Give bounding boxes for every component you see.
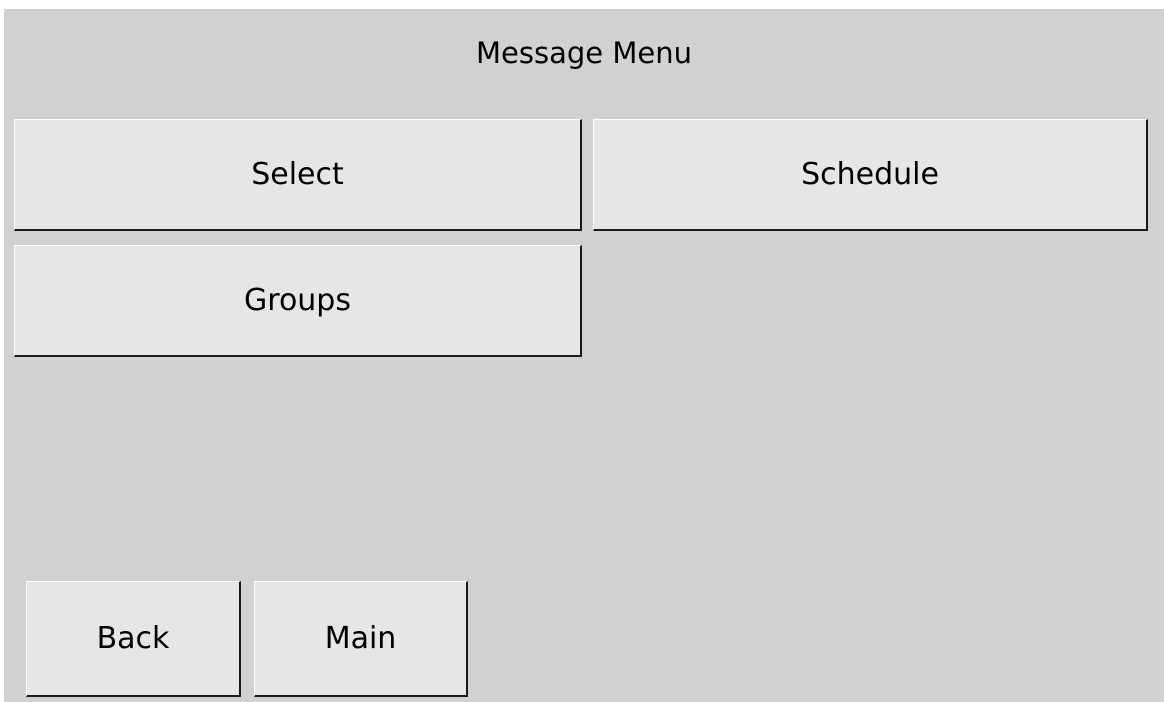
main-button[interactable]: Main — [254, 581, 468, 697]
schedule-button[interactable]: Schedule — [593, 119, 1148, 231]
back-button[interactable]: Back — [26, 581, 241, 697]
select-button-label: Select — [251, 157, 344, 192]
schedule-button-label: Schedule — [801, 157, 939, 192]
back-button-label: Back — [96, 621, 170, 656]
page-title: Message Menu — [476, 36, 692, 70]
main-button-label: Main — [324, 621, 397, 656]
groups-button-label: Groups — [244, 283, 351, 318]
groups-button[interactable]: Groups — [14, 245, 582, 357]
select-button[interactable]: Select — [14, 119, 582, 231]
message-menu-screen: Message Menu Select Schedule Groups Back… — [4, 9, 1164, 702]
